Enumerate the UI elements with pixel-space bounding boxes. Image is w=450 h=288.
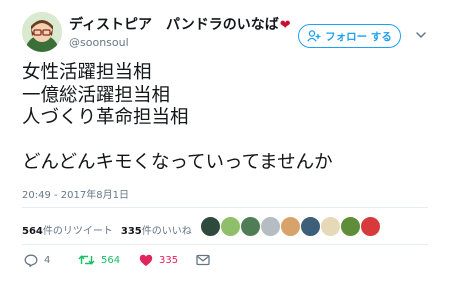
follow-button-label: フォロー する xyxy=(325,30,392,43)
tweet-text-line: どんどんキモくなっていってませんか xyxy=(22,152,333,173)
like-button[interactable]: 335 xyxy=(139,252,178,268)
retweet-button[interactable]: 564 xyxy=(78,252,120,268)
tweet-card: ディストピア パンドラのいなば❤ @soonsoul フォロー する 女性活躍担… xyxy=(0,0,450,288)
liker-avatar[interactable] xyxy=(280,216,301,237)
like-stat-count: 335 xyxy=(120,226,142,237)
reply-button[interactable]: 4 xyxy=(24,252,50,268)
heart-icon xyxy=(139,254,153,266)
liker-avatar[interactable] xyxy=(260,216,281,237)
tweet-text-line: 人づくり革命担当相 xyxy=(22,107,189,128)
chevron-down-icon[interactable] xyxy=(414,28,428,42)
display-name-text: ディストピア パンドラのいなば xyxy=(69,17,279,33)
engagement-stats: 564件のリツイート 335件のいいね xyxy=(22,222,192,237)
like-stat-label: 件のいいね xyxy=(141,226,192,237)
liker-avatar[interactable] xyxy=(360,216,381,237)
liker-avatar[interactable] xyxy=(200,216,221,237)
liker-avatar[interactable] xyxy=(340,216,361,237)
avatar[interactable] xyxy=(22,12,62,52)
envelope-icon xyxy=(196,254,210,266)
add-user-icon xyxy=(307,30,321,42)
tweet-text-line: 一億総活躍担当相 xyxy=(22,84,171,106)
tweet-text-line: 女性活躍担当相 xyxy=(22,62,152,83)
tweet-text-line xyxy=(22,130,432,153)
like-count: 335 xyxy=(159,254,179,266)
follow-button[interactable]: フォロー する xyxy=(298,24,401,48)
tweet-text: 女性活躍担当相 一億総活躍担当相 人づくり革命担当相 どんどんキモくなっていって… xyxy=(22,62,432,175)
retweet-count: 564 xyxy=(101,254,121,266)
divider xyxy=(22,207,428,208)
retweet-stat-count: 564 xyxy=(22,226,43,237)
display-name[interactable]: ディストピア パンドラのいなば❤ xyxy=(69,14,291,34)
retweet-stat-label: 件のリツイート xyxy=(42,226,113,237)
retweet-icon xyxy=(78,255,95,265)
timestamp[interactable]: 20:49 - 2017年8月1日 xyxy=(22,186,129,201)
heart-emoji-icon: ❤ xyxy=(279,18,291,33)
retweet-stat[interactable]: 564件のリツイート xyxy=(22,226,113,237)
liker-avatar[interactable] xyxy=(220,216,241,237)
direct-message-button[interactable] xyxy=(196,252,210,268)
divider xyxy=(22,244,428,245)
username[interactable]: @soonsoul xyxy=(69,36,129,49)
reply-count: 4 xyxy=(44,254,51,266)
liker-avatar[interactable] xyxy=(300,216,321,237)
liker-avatar[interactable] xyxy=(320,216,341,237)
reply-icon xyxy=(24,254,38,267)
liker-avatar[interactable] xyxy=(240,216,261,237)
like-stat[interactable]: 335件のいいね xyxy=(121,226,192,237)
